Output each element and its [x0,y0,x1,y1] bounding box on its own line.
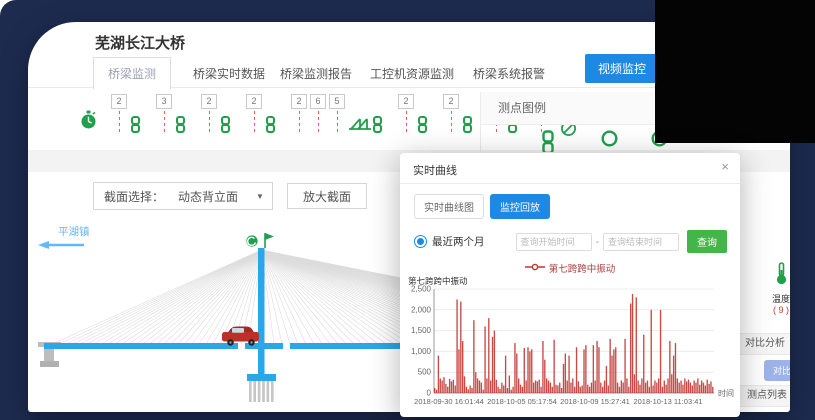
chart-legend[interactable]: 第七跨跨中振动 [400,261,740,275]
sensor-group[interactable]: 2 [398,94,428,138]
sensor-group[interactable]: 2 [201,94,231,138]
sensor-dash-line [164,111,165,135]
modal-title: 实时曲线 [413,162,457,178]
svg-text:1,500: 1,500 [411,326,432,335]
sensor-count-badge: 2 [398,94,414,109]
query-button[interactable]: 查询 [687,230,727,253]
recent-two-months-label: 最近两个月 [432,234,516,249]
tab-bridge-system-alarm[interactable]: 桥梁系统报警 [473,65,545,82]
realtime-curve-modal: 实时曲线 × 实时曲线图 监控回放 最近两个月 - 查询 第七跨跨中振动 050… [400,153,740,417]
modal-tab-bar: 实时曲线图 监控回放 [414,194,740,219]
chain-sensor-icon[interactable] [175,116,186,138]
flag-sensor-icon[interactable] [265,233,274,248]
chain-sensor-icon[interactable] [462,116,473,138]
video-monitoring-button[interactable]: 视频监控 [585,54,659,83]
tab-realtime-curve-chart[interactable]: 实时曲线图 [414,194,484,219]
svg-text:2018-10-13 11:03:41: 2018-10-13 11:03:41 [633,397,702,406]
sensor-count-badge: 6 [310,94,326,109]
svg-text:2018-10-09 15:27:41: 2018-10-09 15:27:41 [560,397,630,406]
svg-text:2018-10-05 05:17:54: 2018-10-05 05:17:54 [487,397,557,406]
section-select-label: 截面选择： [94,188,174,205]
sensor-group[interactable]: 2 [443,94,473,138]
tab-bridge-monitoring[interactable]: 桥梁监测 [93,57,171,90]
sensor-count-badge: 2 [111,94,127,109]
svg-text:1,000: 1,000 [411,347,432,356]
query-row: 最近两个月 - 查询 [414,230,727,253]
tab-bridge-report[interactable]: 桥梁监测报告 [280,65,352,82]
sensor-count-badge: 2 [443,94,459,109]
temperature-sensor-item[interactable]: 温度 ( 9 ) [753,262,790,315]
sensor-dash-line [451,111,452,135]
svg-text:2,000: 2,000 [411,305,432,314]
chart-canvas: 05001,0001,5002,0002,5002018-09-30 16:01… [404,275,736,411]
sensor-group[interactable]: 2 [111,94,141,138]
west-arrow-icon [38,241,84,249]
chevron-down-icon: ▼ [256,192,272,201]
sensor-count-badge: 2 [201,94,217,109]
date-range-separator: - [596,236,600,248]
svg-text:2018-09-30 16:01:44: 2018-09-30 16:01:44 [414,397,484,406]
vibration-chart: 05001,0001,5002,0002,5002018-09-30 16:01… [404,275,738,416]
temperature-count: ( 9 ) [753,305,790,315]
round-sensor-icon[interactable] [601,130,618,152]
sensor-dash-line [119,111,120,135]
chain-sensor-icon[interactable] [265,116,276,138]
svg-text:500: 500 [418,368,432,377]
section-select-value: 动态背立面 [174,188,256,205]
sensor-group[interactable]: 2 [246,94,276,138]
page-title: 芜湖长江大桥 [95,32,185,53]
recent-two-months-radio[interactable] [414,235,427,248]
sensor-count-badge: 3 [156,94,172,109]
car-illustration [222,327,259,346]
sensor-dash-line [299,111,300,135]
query-start-time-input[interactable] [516,233,592,251]
sensor-dash-line [254,111,255,135]
black-overlay-window [655,0,815,143]
svg-text:第七跨跨中振动: 第七跨跨中振动 [408,276,468,286]
tower-sensor-icon[interactable] [246,235,257,246]
legend-series-label: 第七跨跨中振动 [549,261,616,275]
query-end-time-input[interactable] [603,233,679,251]
direction-label: 平湖镇 [58,225,90,238]
truss-sensor-icon[interactable] [348,116,372,136]
sensor-group[interactable]: 3 [156,94,186,138]
thermometer-icon [775,272,788,289]
close-icon[interactable]: × [721,159,729,174]
svg-text:时间: 时间 [718,388,734,398]
legend-marker-icon [525,263,545,274]
sensor-count-badge: 5 [329,94,345,109]
temperature-label: 温度 [753,292,790,305]
section-controls: 截面选择： 动态背立面 ▼ 放大截面 [93,182,367,210]
tab-ipc-resource-monitoring[interactable]: 工控机资源监测 [370,65,454,82]
sensor-dash-line [318,111,319,135]
modal-header: 实时曲线 × [400,153,740,184]
sensor-dash-line [406,111,407,135]
sensor-group[interactable]: 265 [291,94,383,138]
tab-bridge-realtime-data[interactable]: 桥梁实时数据 [193,65,265,82]
sensor-dash-line [209,111,210,135]
sensor-count-badge: 2 [291,94,307,109]
sensor-dash-line [337,111,338,135]
stopwatch-icon [80,110,97,135]
chain-sensor-icon[interactable] [130,116,141,138]
chain-sensor-icon[interactable] [417,116,428,138]
section-select[interactable]: 截面选择： 动态背立面 ▼ [93,182,273,210]
chain-sensor-icon[interactable] [372,116,383,138]
chain-sensor-icon[interactable] [220,116,231,138]
tab-monitor-playback[interactable]: 监控回放 [490,194,550,219]
sensor-count-badge: 2 [246,94,262,109]
enlarge-section-button[interactable]: 放大截面 [287,183,367,209]
compare-analysis-button[interactable]: 对比分析 [764,360,790,381]
chain-sensor-icon[interactable] [541,130,555,152]
